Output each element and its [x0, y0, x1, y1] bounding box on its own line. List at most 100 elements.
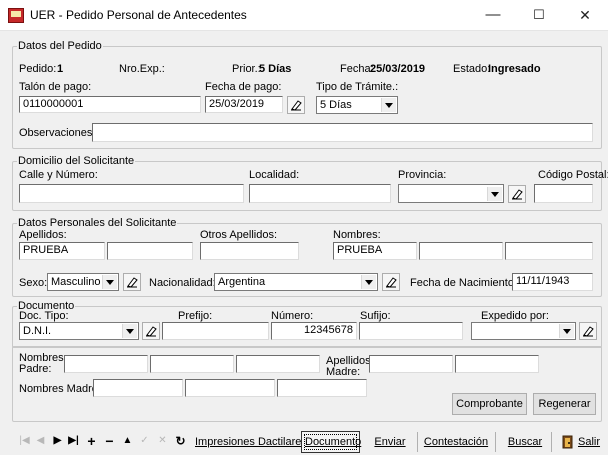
nacionalidad-label: Nacionalidad:: [149, 277, 216, 289]
domicilio-legend: Domicilio del Solicitante: [18, 155, 135, 167]
edit-record-button[interactable]: ▲: [120, 433, 135, 449]
doc-tipo-label: Doc. Tipo:: [19, 310, 69, 322]
contestacion-button[interactable]: Contestación: [421, 431, 491, 453]
fecha-pago-clear-button[interactable]: [287, 96, 305, 114]
nombre-madre2-input[interactable]: [185, 379, 275, 397]
toolbar-separator: [495, 432, 496, 452]
nro-exp-label: Nro.Exp.:: [119, 63, 165, 75]
apellido1-input[interactable]: PRUEBA: [19, 242, 105, 260]
apellidos-label: Apellidos:: [19, 229, 67, 241]
contestacion-label: Contestación: [423, 436, 489, 448]
documento-button-label: Documento: [305, 436, 362, 448]
talon-label: Talón de pago:: [19, 81, 92, 93]
nacionalidad-select[interactable]: Argentina: [214, 273, 378, 291]
delete-record-button[interactable]: −: [102, 433, 117, 449]
eraser-icon: [127, 277, 138, 288]
salir-label: Salir: [578, 436, 601, 448]
sexo-select[interactable]: Masculino: [47, 273, 119, 291]
enviar-button[interactable]: Enviar: [370, 431, 410, 453]
localidad-label: Localidad:: [249, 169, 300, 181]
apellido-madre2-input[interactable]: [455, 355, 539, 373]
minimize-button[interactable]: —: [470, 0, 516, 30]
nacionalidad-value: Argentina: [218, 276, 266, 288]
expedido-clear-button[interactable]: [579, 322, 597, 340]
nombre-madre1-input[interactable]: [93, 379, 183, 397]
chevron-down-icon: [559, 324, 574, 338]
nombre-madre3-input[interactable]: [277, 379, 367, 397]
eraser-icon: [291, 100, 302, 111]
doc-tipo-select[interactable]: D.N.I.: [19, 322, 139, 340]
chevron-down-icon: [102, 275, 117, 289]
codigo-postal-input[interactable]: [534, 184, 593, 203]
provincia-select[interactable]: [398, 184, 504, 203]
impresiones-dactilares-label: Impresiones Dactilares: [195, 436, 307, 448]
prefijo-input[interactable]: [162, 322, 269, 340]
post-record-button[interactable]: ✓: [137, 433, 152, 449]
insert-record-button[interactable]: +: [84, 433, 99, 449]
talon-input[interactable]: 0110000001: [19, 96, 201, 113]
numero-label: Número:: [271, 310, 314, 322]
prev-record-button[interactable]: ◀: [33, 433, 48, 449]
nacionalidad-clear-button[interactable]: [382, 273, 400, 291]
buscar-button[interactable]: Buscar: [502, 431, 548, 453]
prior-label: Prior.:: [232, 63, 261, 75]
toolbar-separator: [417, 432, 418, 452]
nombre1-input[interactable]: PRUEBA: [333, 242, 417, 260]
fecha-nac-input[interactable]: 11/11/1943: [512, 273, 593, 291]
eraser-icon: [583, 326, 594, 337]
estado-value: Ingresado: [488, 63, 541, 75]
sufijo-label: Sufijo:: [360, 310, 391, 322]
regenerar-button[interactable]: Regenerar: [533, 393, 596, 415]
apellido-madre1-input[interactable]: [369, 355, 453, 373]
nombres-padre-label: Nombres Padre:: [19, 352, 64, 375]
fecha-label: Fecha:: [340, 63, 374, 75]
expedido-select[interactable]: [471, 322, 576, 340]
enviar-label: Enviar: [374, 436, 406, 448]
calle-label: Calle y Número:: [19, 169, 98, 181]
sexo-clear-button[interactable]: [123, 273, 141, 291]
localidad-input[interactable]: [249, 184, 391, 203]
buscar-label: Buscar: [507, 436, 543, 448]
nombres-label: Nombres:: [333, 229, 381, 241]
nombre-padre1-input[interactable]: [64, 355, 148, 373]
last-record-button[interactable]: ▶|: [66, 433, 81, 449]
eraser-icon: [512, 189, 523, 200]
otros-apellidos-input[interactable]: [200, 242, 299, 260]
doc-tipo-clear-button[interactable]: [142, 322, 160, 340]
calle-input[interactable]: [19, 184, 244, 203]
fecha-nac-label: Fecha de Nacimiento:: [410, 277, 517, 289]
codigo-postal-label: Código Postal:: [538, 169, 608, 181]
nombre-padre2-input[interactable]: [150, 355, 234, 373]
main-window: UER - Pedido Personal de Antecedentes — …: [0, 0, 608, 455]
nombre2-input[interactable]: [419, 242, 503, 260]
eraser-icon: [386, 277, 397, 288]
impresiones-dactilares-button[interactable]: Impresiones Dactilares: [194, 431, 307, 453]
pedido-value: 1: [57, 63, 64, 75]
documento-button[interactable]: Documento: [301, 431, 362, 453]
sufijo-input[interactable]: [359, 322, 463, 340]
fecha-value: 25/03/2019: [370, 63, 426, 75]
tipo-tramite-select[interactable]: 5 Días: [316, 96, 398, 114]
title-bar: UER - Pedido Personal de Antecedentes — …: [0, 0, 608, 31]
cancel-record-button[interactable]: ✕: [155, 433, 170, 449]
refresh-icon[interactable]: ↻: [173, 433, 188, 449]
fecha-pago-input[interactable]: 25/03/2019: [205, 96, 283, 113]
salir-button[interactable]: Salir: [557, 431, 603, 453]
next-record-button[interactable]: ▶: [50, 433, 65, 449]
datos-pedido-legend: Datos del Pedido: [18, 40, 102, 52]
numero-input[interactable]: 12345678: [271, 322, 357, 340]
comprobante-button[interactable]: Comprobante: [452, 393, 527, 415]
maximize-button[interactable]: ☐: [516, 0, 562, 30]
provincia-clear-button[interactable]: [508, 185, 526, 203]
nombres-madre-label: Nombres Madre:: [19, 383, 101, 395]
observaciones-input[interactable]: [92, 123, 593, 142]
tipo-tramite-label: Tipo de Trámite.:: [316, 81, 399, 93]
close-button[interactable]: ✕: [562, 0, 608, 30]
apellidos-madre-label: Apellidos Madre:: [326, 355, 371, 378]
sexo-label: Sexo:: [19, 277, 48, 289]
apellido2-input[interactable]: [107, 242, 193, 260]
nombre-padre3-input[interactable]: [236, 355, 320, 373]
nombre3-input[interactable]: [505, 242, 593, 260]
first-record-button[interactable]: |◀: [17, 433, 32, 449]
doc-tipo-value: D.N.I.: [23, 325, 52, 337]
